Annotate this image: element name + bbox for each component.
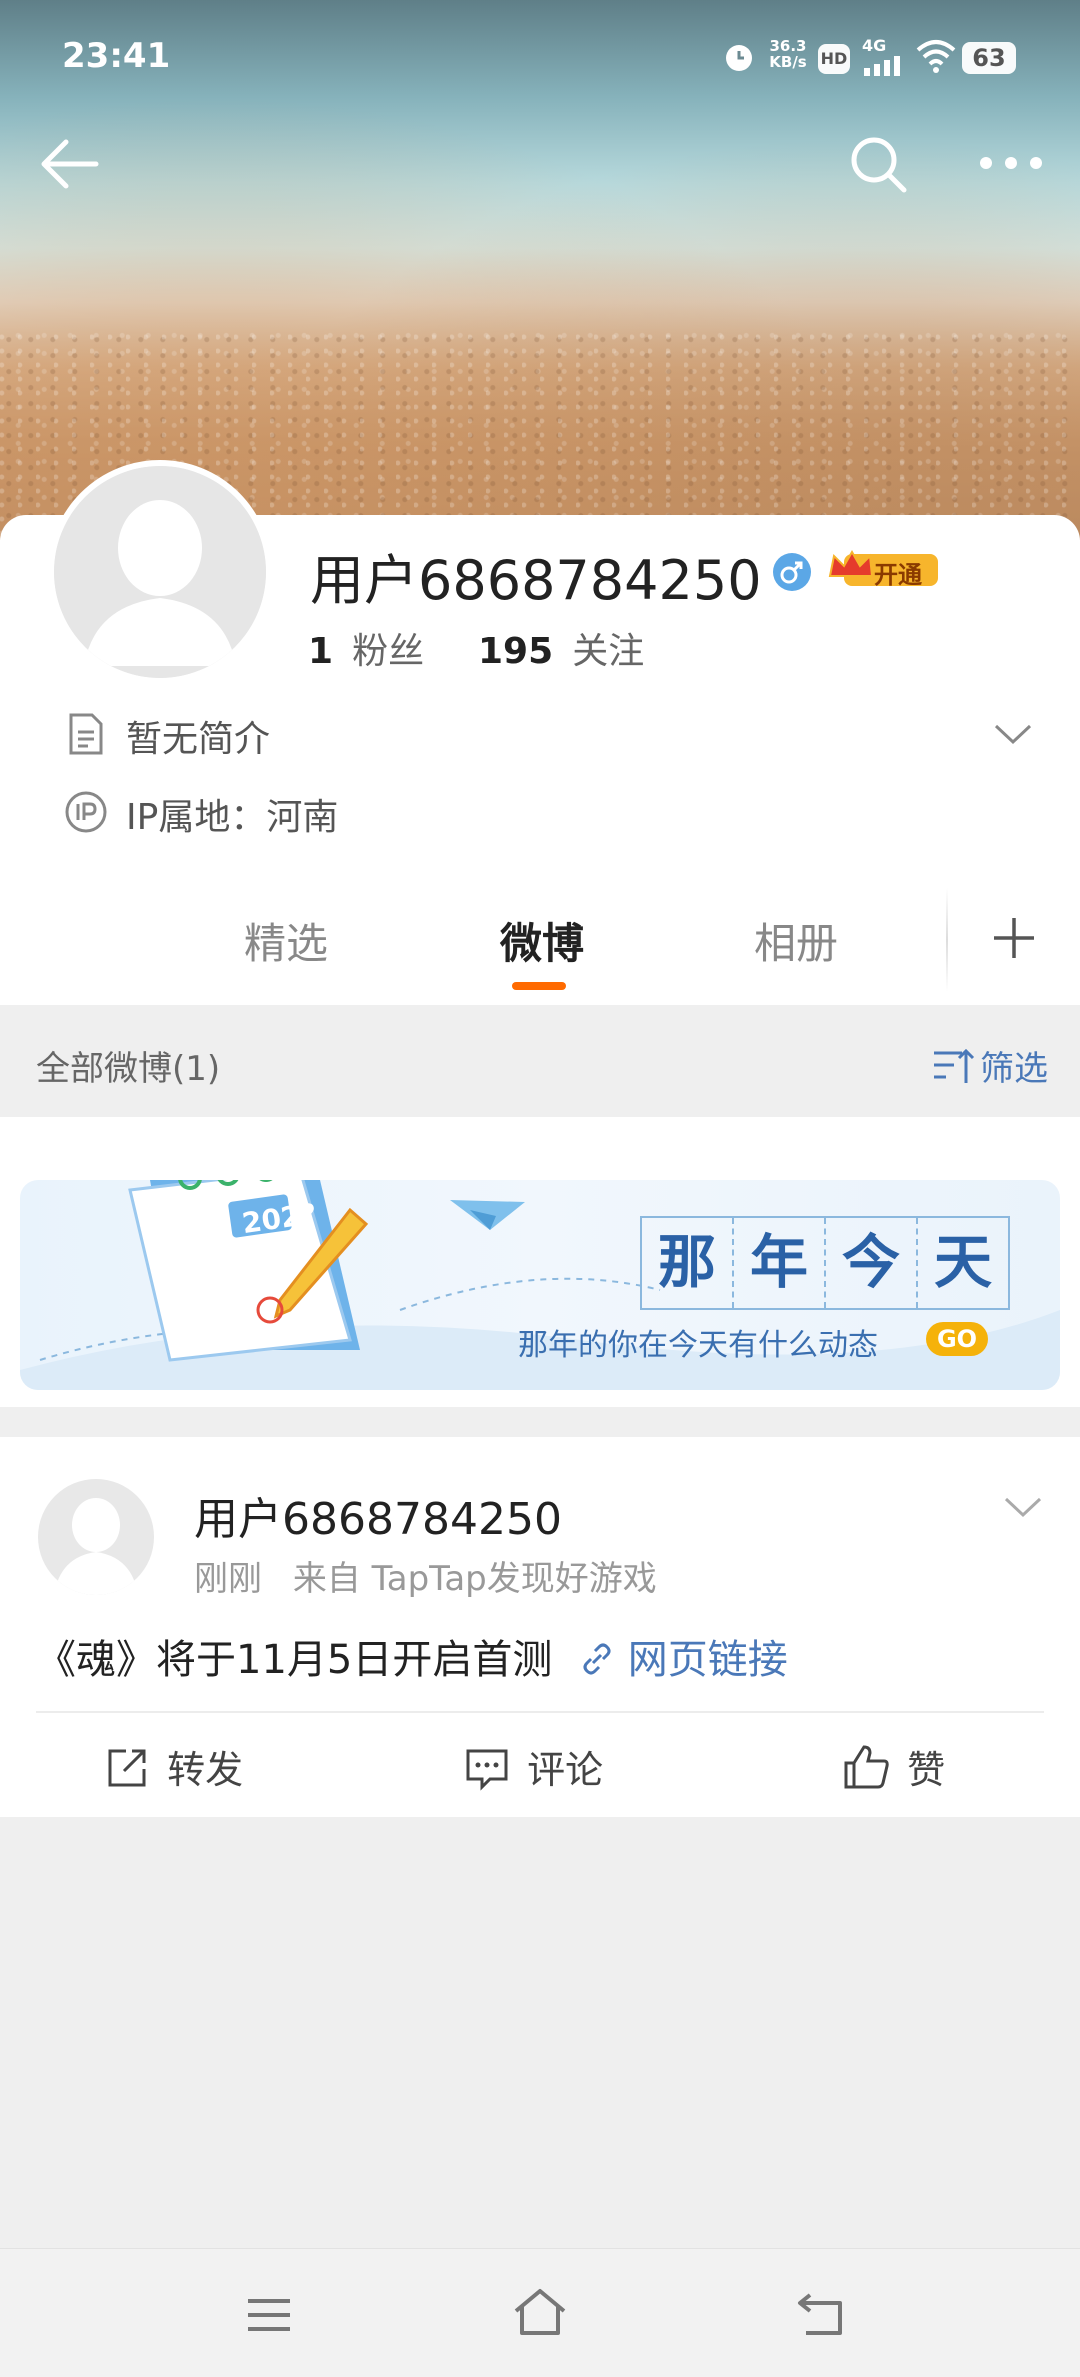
post-author-avatar[interactable] (38, 1479, 154, 1595)
chevron-down-icon[interactable] (992, 720, 1034, 748)
like-button[interactable]: 赞 (842, 1739, 946, 1792)
post-divider (36, 1711, 1044, 1713)
filter-button[interactable]: 筛选 (932, 1041, 1052, 1089)
tab-divider (946, 888, 948, 992)
following-stat[interactable]: 195 关注 (478, 622, 644, 674)
like-thumbs-up-icon (844, 1745, 889, 1789)
go-button[interactable]: GO (926, 1322, 988, 1356)
post-time: 刚刚 (194, 1559, 262, 1599)
home-icon[interactable] (510, 2285, 570, 2339)
feed-header: 全部微博(1) 筛选 (0, 1005, 1080, 1117)
comment-label: 评论 (527, 1748, 604, 1792)
followers-count: 1 (308, 631, 334, 672)
male-gender-icon (772, 552, 812, 592)
search-icon[interactable] (846, 132, 910, 196)
comment-button[interactable]: 评论 (464, 1739, 604, 1792)
menu-icon[interactable] (244, 2293, 294, 2337)
title-char: 那 (642, 1218, 734, 1308)
web-link-label: 网页链接 (627, 1637, 788, 1683)
filter-icon (934, 1048, 975, 1083)
repost-icon (108, 1749, 146, 1787)
active-tab-indicator (512, 982, 566, 990)
link-icon (583, 1643, 611, 1675)
comment-icon (466, 1749, 508, 1791)
repost-button[interactable]: 转发 (104, 1739, 244, 1792)
back-navigation-icon[interactable] (796, 2289, 850, 2339)
web-link[interactable]: 网页链接 (579, 1637, 788, 1683)
like-label: 赞 (907, 1748, 946, 1792)
tab-album[interactable]: 相册 (754, 910, 838, 971)
vip-open-label: 开通 (874, 561, 922, 589)
title-char: 年 (734, 1218, 826, 1308)
hd-badge: HD (818, 44, 850, 74)
post-text: 《魂》将于11月5日开启首测 (36, 1637, 553, 1683)
vip-open-button[interactable]: 开通 (826, 546, 940, 592)
status-time: 23:41 (62, 36, 171, 76)
ip-location-icon (64, 790, 108, 834)
system-navigation-bar (0, 2248, 1080, 2377)
calendar-icon: 202? (120, 1180, 400, 1380)
avatar[interactable] (48, 460, 272, 684)
battery-indicator: 63 (962, 42, 1016, 74)
filter-label: 筛选 (980, 1049, 1048, 1089)
document-icon (66, 712, 106, 756)
more-options-icon[interactable] (978, 148, 1044, 178)
following-label: 关注 (572, 631, 645, 672)
wifi-icon (914, 38, 958, 74)
profile-username: 用户6868784250 (310, 549, 762, 612)
feed-count-label: 全部微博(1) (36, 1049, 221, 1089)
title-char: 天 (933, 1228, 992, 1296)
post-author-name[interactable]: 用户6868784250 (194, 1483, 562, 1547)
followers-label: 粉丝 (352, 631, 425, 672)
back-arrow-icon[interactable] (34, 132, 106, 196)
bio-text: 暂无简介 (126, 719, 271, 760)
repost-label: 转发 (167, 1748, 244, 1792)
tab-featured[interactable]: 精选 (244, 910, 328, 971)
followers-stat[interactable]: 1 粉丝 (308, 622, 424, 674)
on-this-day-banner[interactable]: 202? 那 年 今 天 那年的你在今天有什么动态 GO (20, 1180, 1060, 1390)
ip-location-text: IP属地：河南 (126, 797, 339, 838)
on-this-day-title: 那 年 今 天 (640, 1216, 1010, 1310)
on-this-day-subtitle: 那年的你在今天有什么动态 (518, 1328, 878, 1363)
tab-weibo[interactable]: 微博 (500, 910, 584, 971)
post-source: 来自 TapTap发现好游戏 (292, 1559, 657, 1599)
signal-icon (862, 54, 906, 76)
post-card[interactable]: 用户6868784250 刚刚 来自 TapTap发现好游戏 《魂》将于11月5… (0, 1437, 1080, 1817)
post-options-chevron-icon[interactable] (1002, 1493, 1044, 1521)
title-char: 今 (826, 1218, 918, 1308)
following-count: 195 (478, 631, 554, 672)
post-meta: 刚刚 来自 TapTap发现好游戏 (194, 1551, 657, 1600)
profile-cover-image[interactable] (0, 0, 1080, 540)
network-type: 4G (862, 36, 887, 55)
add-tab-icon[interactable] (990, 914, 1038, 962)
network-speed: 36.3 KB/s (769, 37, 807, 71)
alarm-icon (722, 40, 756, 74)
post-content: 《魂》将于11月5日开启首测 网页链接 (36, 1627, 788, 1685)
